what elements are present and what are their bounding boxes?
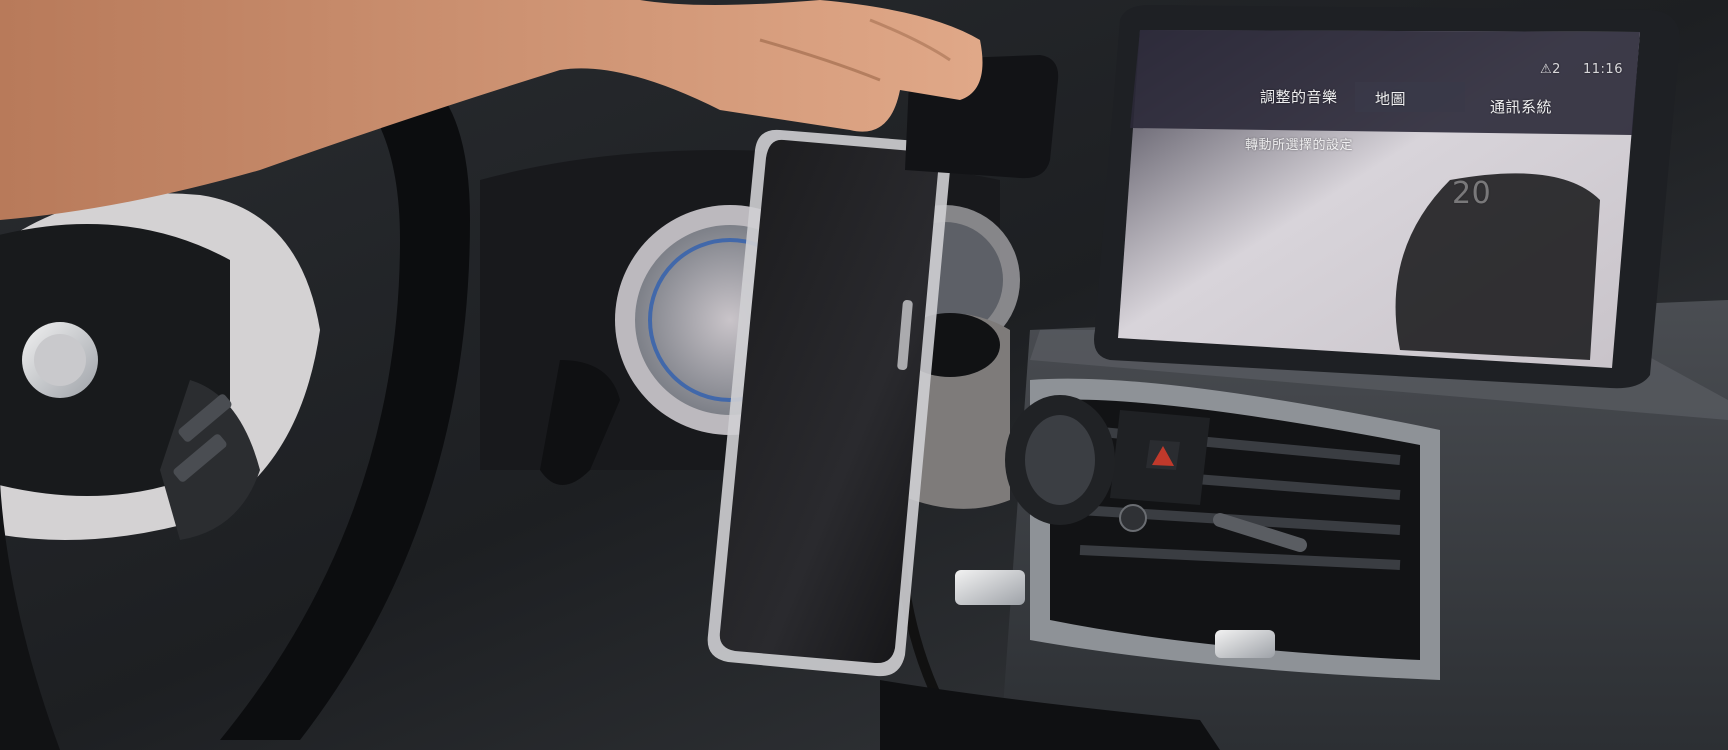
car-interior-photo: ⚠2 11:16 調整的音樂 地圖 通訊系統 轉動所選擇的設定 20 (0, 0, 1728, 750)
vent-control-tab (955, 570, 1025, 605)
screen-menu-item: 地圖 (1375, 90, 1407, 108)
screen-hint-text: 轉動所選擇的設定 (1245, 138, 1354, 153)
screen-menu-item: 調整的音樂 (1260, 88, 1338, 106)
screen-temperature: 20 (1452, 176, 1492, 211)
screen-menu-item: 通訊系統 (1490, 98, 1553, 116)
screen-warning-indicator: ⚠2 (1540, 62, 1561, 77)
vent-control-tab (1215, 630, 1275, 658)
scene-illustration (0, 0, 1728, 750)
screen-clock: 11:16 (1583, 62, 1623, 77)
